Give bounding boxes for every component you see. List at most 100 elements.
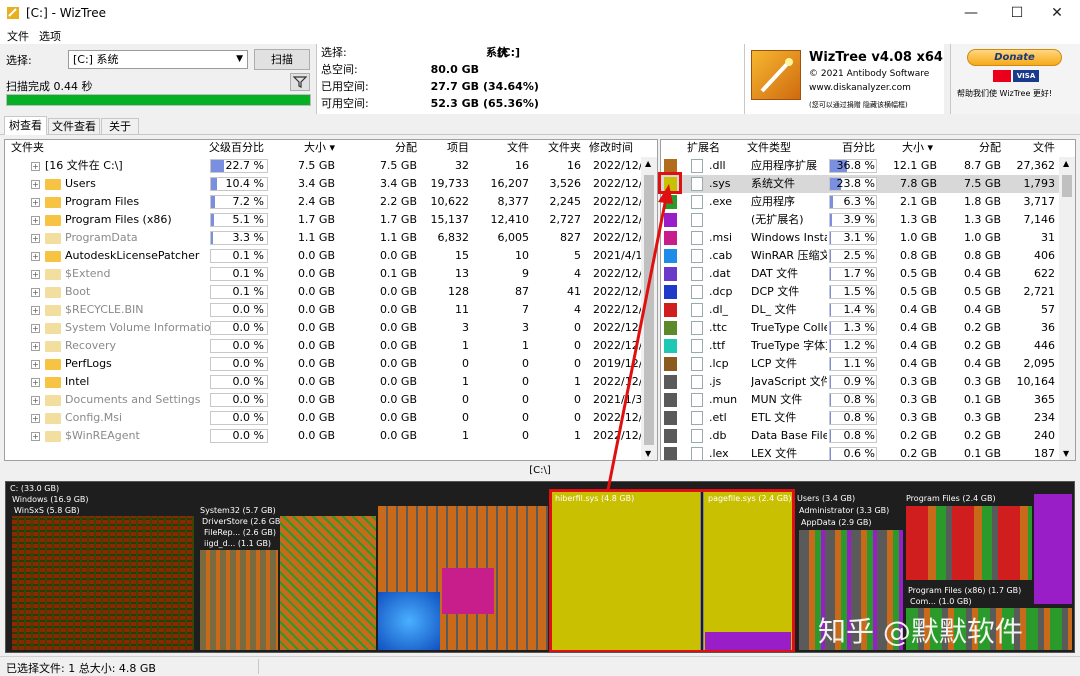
extension-row[interactable]: .lcp LCP 文件 1.1 % 0.4 GB 0.4 GB 2,095 [661,355,1059,373]
allocated: 1.1 GB [379,231,417,244]
col-size[interactable]: 大小 ▾ [275,140,335,156]
close-button[interactable]: ✕ [1034,0,1080,26]
ext-size: 0.5 GB [899,285,937,298]
tab-about[interactable]: 关于 [101,118,139,134]
col-file-type[interactable]: 文件类型 [747,140,791,156]
about-banner[interactable]: WizTree v4.08 x64 © 2021 Antibody Softwa… [744,44,944,114]
expand-icon[interactable]: + [31,342,40,351]
tree-row[interactable]: +$WinREAgent0.0 %0.0 GB0.0 GB1012022/12/… [5,427,641,445]
system-folder-icon [45,431,61,442]
tree-row[interactable]: +Config.Msi0.0 %0.0 GB0.0 GB0002022/12/3 [5,409,641,427]
expand-icon[interactable]: + [31,414,40,423]
donate-button[interactable]: Donate [967,49,1062,66]
extension-row[interactable]: (无扩展名) 3.9 % 1.3 GB 1.3 GB 7,146 [661,211,1059,229]
col-files[interactable]: 文件 [485,140,529,156]
col-folder[interactable]: 文件夹 [11,140,44,156]
col-parent-pct[interactable]: 父级百分比 [209,140,264,156]
expand-icon[interactable]: + [31,288,40,297]
tree-row[interactable]: + ProgramData 3.3 % 1.1 GB 1.1 GB 6,832 6,005 8… [5,229,641,247]
tree-row[interactable]: + AutodeskLicensePatcher 0.1 % 0.0 GB 0.0 GB… [5,247,641,265]
extension-row[interactable]: .msi Windows Installe 3.1 % 1.0 GB 1.0 GB 31 [661,229,1059,247]
extension-row[interactable]: .sys 系统文件 23.8 % 7.8 GB 7.5 GB 1,793 [661,175,1059,193]
extension-row[interactable]: .ttc TrueType Collect 1.3 % 0.4 GB 0.2 GB 36 [661,319,1059,337]
folders: 2,727 [549,213,582,226]
tree-row[interactable]: + Program Files (x86) 5.1 % 1.7 GB 1.7 GB 15,… [5,211,641,229]
folder-name: System Volume Information [65,321,218,334]
tm-programfiles-noext-block[interactable] [1034,494,1072,604]
col-alloc[interactable]: 分配 [355,140,417,156]
info-free-label: 可用空间: [321,97,369,110]
ext-alloc: 0.2 GB [963,429,1001,442]
expand-icon[interactable]: + [31,306,40,315]
tree-row[interactable]: + Documents and Settings 0.0 % 0.0 GB 0.0 GB… [5,391,641,409]
extension-row[interactable]: .dll 应用程序扩展 36.8 % 12.1 GB 8.7 GB 27,362 [661,157,1059,175]
treemap[interactable]: C: (33.0 GB) Windows (16.9 GB) WinSxS (5… [5,481,1075,653]
col-items[interactable]: 项目 [425,140,469,156]
tree-row[interactable]: +Recovery0.0 %0.0 GB0.0 GB1102022/12/1 [5,337,641,355]
filter-button[interactable] [290,73,310,91]
col-ext-alloc[interactable]: 分配 [951,140,1001,156]
extension-row[interactable]: .lex LEX 文件 0.6 % 0.2 GB 0.1 GB 187 [661,445,1059,460]
expand-icon[interactable]: + [31,270,40,279]
col-modified[interactable]: 修改时间 [589,140,633,156]
tm-cab-block[interactable] [378,592,440,650]
extension-row[interactable]: .db Data Base File 0.8 % 0.2 GB 0.2 GB 240 [661,427,1059,445]
expand-icon[interactable]: + [31,432,40,441]
col-ext-size[interactable]: 大小 ▾ [879,140,933,156]
expand-icon[interactable]: + [31,180,40,189]
expand-icon[interactable]: + [31,234,40,243]
expand-icon[interactable]: + [31,162,40,171]
tab-file-view[interactable]: 文件查看 [48,118,100,134]
extension-row[interactable]: .dl_ DL_ 文件 1.4 % 0.4 GB 0.4 GB 57 [661,301,1059,319]
tree-row[interactable]: + System Volume Information 0.0 % 0.0 GB 0.0… [5,319,641,337]
files: 0 [522,429,529,442]
col-ext-pct[interactable]: 百分比 [827,140,875,156]
ext-files: 2,095 [1023,357,1056,370]
extension-row[interactable]: .cab WinRAR 压缩文 2.5 % 0.8 GB 0.8 GB 406 [661,247,1059,265]
folders: 2,245 [549,195,582,208]
tab-tree-view[interactable]: 树查看 [4,116,47,135]
minimize-button[interactable]: — [948,0,994,26]
extension-row[interactable]: .etl ETL 文件 0.8 % 0.3 GB 0.3 GB 234 [661,409,1059,427]
tree-row[interactable]: + Program Files 7.2 % 2.4 GB 2.2 GB 10,622 8,3… [5,193,641,211]
col-folders[interactable]: 文件夹 [535,140,581,156]
extension-row[interactable]: .ttf TrueType 字体文 1.2 % 0.4 GB 0.2 GB 446 [661,337,1059,355]
tree-row[interactable]: + $RECYCLE.BIN 0.0 % 0.0 GB 0.0 GB 11 7 4 2022/1… [5,301,641,319]
menu-options[interactable]: 选项 [39,28,61,44]
tree-row[interactable]: + Users 10.4 % 3.4 GB 3.4 GB 19,733 16,207 3,52… [5,175,641,193]
tree-row[interactable]: +Boot0.1 %0.0 GB0.0 GB12887412022/12/1 [5,283,641,301]
donate-panel[interactable]: Donate VISA 帮助我们使 WizTree 更好! [950,44,1080,114]
col-ext[interactable]: 扩展名 [687,140,720,156]
tree-row[interactable]: +Intel0.0 %0.0 GB0.0 GB1012022/12/5 [5,373,641,391]
extension-row[interactable]: .js JavaScript 文件 0.9 % 0.3 GB 0.3 GB 10,164 [661,373,1059,391]
tm-driverstore-block[interactable] [200,550,278,650]
parent-pct: 0.0 % [232,375,264,388]
website-link[interactable]: www.diskanalyzer.com [809,83,911,93]
expand-icon[interactable]: + [31,198,40,207]
folder-name: Intel [65,375,90,388]
tree-row[interactable]: +$Extend0.1 %0.0 GB0.1 GB13942022/12/5 [5,265,641,283]
col-ext-files[interactable]: 文件 [1007,140,1055,156]
extension-row[interactable]: .dat DAT 文件 1.7 % 0.5 GB 0.4 GB 622 [661,265,1059,283]
tree-row[interactable]: +PerfLogs0.0 %0.0 GB0.0 GB0002019/12/7 [5,355,641,373]
expand-icon[interactable]: + [31,324,40,333]
expand-icon[interactable]: + [31,396,40,405]
extension-row[interactable]: .exe 应用程序 6.3 % 2.1 GB 1.8 GB 3,717 [661,193,1059,211]
tm-msi-block[interactable] [442,568,494,614]
extension-row[interactable]: .dcp DCP 文件 1.5 % 0.5 GB 0.5 GB 2,721 [661,283,1059,301]
tm-programfiles-block[interactable] [906,506,1032,580]
tree-row[interactable]: + [16 文件在 C:\] 22.7 % 7.5 GB 7.5 GB 32 16 16 202… [5,157,641,175]
ext-scrollbar[interactable]: ▲ ▼ [1059,157,1075,460]
tm-system32-block[interactable] [280,516,376,650]
app-icon [7,7,19,19]
tm-winsxs-block[interactable] [12,516,194,650]
menu-file[interactable]: 文件 [7,28,29,44]
expand-icon[interactable]: + [31,216,40,225]
files: 9 [522,267,529,280]
expand-icon[interactable]: + [31,252,40,261]
scan-button[interactable]: 扫描 [254,49,310,70]
drive-select[interactable]: [C:] 系统 ▼ [68,50,248,69]
expand-icon[interactable]: + [31,360,40,369]
expand-icon[interactable]: + [31,378,40,387]
extension-row[interactable]: .mun MUN 文件 0.8 % 0.3 GB 0.1 GB 365 [661,391,1059,409]
